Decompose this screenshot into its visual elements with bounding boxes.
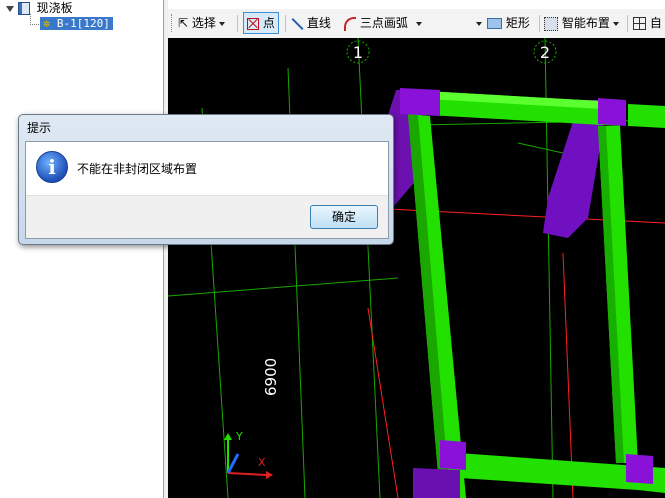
tree-child-label: B-1[120] bbox=[56, 17, 110, 30]
column-cap bbox=[400, 88, 440, 116]
dialog-body: i 不能在非封闭区域布置 确定 bbox=[25, 141, 389, 239]
axis-label-1: 1 bbox=[353, 43, 363, 62]
toolbar-separator bbox=[285, 15, 286, 32]
column-cap bbox=[598, 98, 626, 126]
message-dialog: 提示 i 不能在非封闭区域布置 确定 bbox=[18, 114, 394, 245]
rectangle-button[interactable]: 矩形 bbox=[487, 13, 530, 33]
arc-icon bbox=[344, 16, 356, 31]
chevron-down-icon[interactable] bbox=[218, 21, 225, 26]
smart-layout-label: 智能布置 bbox=[561, 16, 610, 30]
column-cap bbox=[626, 454, 653, 484]
gear-icon: ✲ bbox=[43, 16, 51, 30]
smart-layout-button[interactable]: 智能布置 bbox=[544, 13, 619, 33]
toolbar-grip[interactable] bbox=[171, 14, 174, 32]
ucs-x-axis bbox=[227, 472, 267, 476]
dimension-text: 6900 bbox=[262, 358, 280, 396]
purple-beam-bottom bbox=[413, 468, 460, 498]
dropdown-button[interactable] bbox=[473, 13, 482, 33]
rectangle-label: 矩形 bbox=[505, 16, 530, 30]
ucs-y-arrow bbox=[224, 433, 232, 440]
dialog-title: 提示 bbox=[27, 121, 52, 135]
chevron-down-icon[interactable] bbox=[612, 21, 619, 26]
smart-layout-icon bbox=[544, 16, 558, 31]
toolbar-separator bbox=[539, 15, 540, 32]
model-view[interactable]: 1 2 6900 Y X bbox=[168, 38, 665, 498]
green-beam-top-right bbox=[628, 104, 665, 128]
drawing-canvas[interactable]: 1 2 6900 Y X bbox=[168, 38, 665, 498]
dialog-message: 不能在非封闭区域布置 bbox=[77, 162, 198, 176]
green-beam-bottom bbox=[458, 453, 638, 490]
dialog-footer: 确定 bbox=[26, 195, 388, 238]
tree-child-item[interactable]: ✲ B-1[120] bbox=[40, 15, 113, 31]
ucs-x-arrow bbox=[266, 471, 273, 479]
arc-label: 三点画弧 bbox=[359, 16, 408, 30]
split-label: 自 bbox=[649, 16, 662, 30]
split-button[interactable]: 自 bbox=[633, 13, 662, 33]
select-label: 选择 bbox=[191, 16, 216, 30]
line-icon bbox=[291, 17, 304, 30]
ok-button[interactable]: 确定 bbox=[310, 205, 378, 229]
rectangle-icon bbox=[487, 18, 502, 29]
red-axis-line bbox=[367, 307, 399, 498]
point-label: 点 bbox=[262, 16, 275, 30]
line-label: 直线 bbox=[306, 16, 331, 30]
tree-child-selected[interactable]: ✲ B-1[120] bbox=[40, 16, 113, 30]
slab-book-icon bbox=[17, 2, 30, 15]
component-tree: 现浇板 ✲ B-1[120] bbox=[0, 0, 164, 498]
select-button[interactable]: ⇱ 选择 bbox=[178, 13, 225, 33]
ucs-x-label: X bbox=[258, 456, 266, 469]
chevron-down-icon[interactable] bbox=[476, 21, 482, 26]
point-button[interactable]: 点 bbox=[243, 12, 279, 34]
arc-button[interactable]: 三点画弧 bbox=[344, 13, 422, 33]
tree-root-label: 现浇板 bbox=[36, 1, 73, 15]
grid-line bbox=[517, 142, 564, 154]
ucs-y-label: Y bbox=[235, 430, 243, 443]
line-button[interactable]: 直线 bbox=[291, 13, 331, 33]
collapse-arrow-icon[interactable] bbox=[6, 5, 14, 12]
column-cap bbox=[440, 440, 466, 470]
toolbar-separator bbox=[237, 15, 238, 32]
chevron-down-icon[interactable] bbox=[415, 21, 422, 26]
grid-icon bbox=[633, 17, 646, 30]
toolbar-separator bbox=[627, 15, 628, 32]
ucs-z-axis bbox=[226, 453, 240, 474]
axis-label-2: 2 bbox=[540, 43, 550, 62]
cursor-icon: ⇱ bbox=[178, 16, 189, 30]
point-icon bbox=[247, 17, 259, 30]
info-icon: i bbox=[36, 151, 68, 183]
drawing-toolbar: ⇱ 选择 点 直线 三点画弧 矩形 智能布置 自 bbox=[168, 9, 665, 39]
grid-line bbox=[168, 277, 399, 297]
grid-line bbox=[357, 38, 381, 498]
